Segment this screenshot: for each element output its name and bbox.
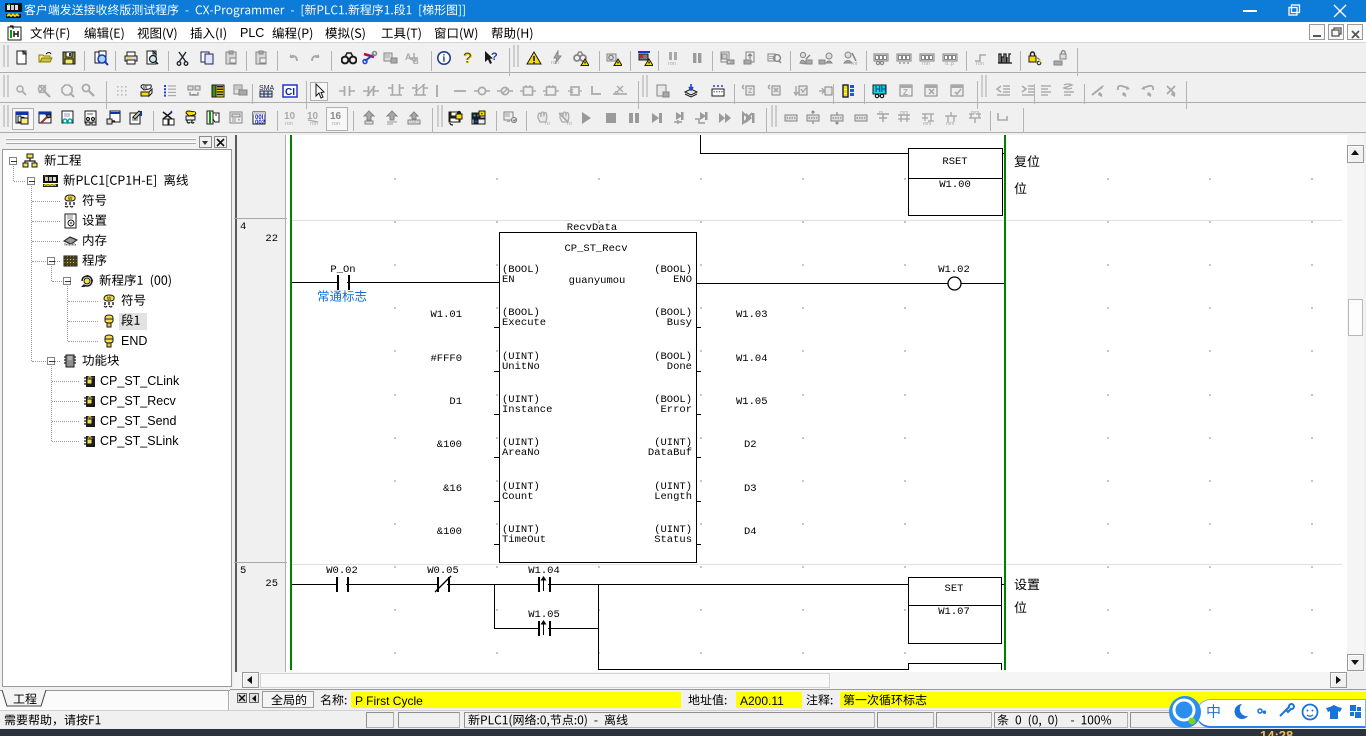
- svg-text:ron: ron: [332, 121, 340, 126]
- svg-text:w: w: [142, 85, 148, 91]
- svg-text:HH: HH: [875, 85, 887, 94]
- svg-text:ron: ron: [285, 121, 293, 126]
- svg-text:w: w: [106, 296, 112, 302]
- svg-text:mm: mm: [900, 110, 908, 116]
- svg-text:mm: mm: [946, 121, 954, 126]
- svg-text:B: B: [413, 57, 419, 66]
- svg-text:d..p: d..p: [945, 61, 954, 66]
- svg-text:i: i: [443, 54, 446, 65]
- svg-text:002: 002: [255, 120, 266, 126]
- svg-text:mm: mm: [971, 110, 979, 116]
- svg-text:ron: ron: [851, 61, 858, 66]
- svg-text:ron: ron: [567, 121, 572, 126]
- svg-text:ron: ron: [545, 121, 550, 126]
- svg-text:Z: Z: [748, 88, 753, 95]
- svg-text:ron: ron: [976, 61, 984, 66]
- svg-text:?: ?: [491, 51, 498, 63]
- svg-text:ron: ron: [551, 60, 559, 66]
- svg-text:m: m: [879, 110, 883, 116]
- svg-text:ron: ron: [922, 61, 930, 66]
- svg-text:Z: Z: [903, 88, 908, 97]
- svg-text:ron: ron: [410, 119, 418, 125]
- svg-text:ron: ron: [668, 61, 676, 66]
- svg-text:CI: CI: [285, 87, 295, 98]
- svg-text:mm: mm: [923, 121, 931, 126]
- svg-text:A: A: [405, 52, 412, 62]
- svg-text:w: w: [67, 196, 73, 202]
- svg-text:?: ?: [463, 50, 471, 66]
